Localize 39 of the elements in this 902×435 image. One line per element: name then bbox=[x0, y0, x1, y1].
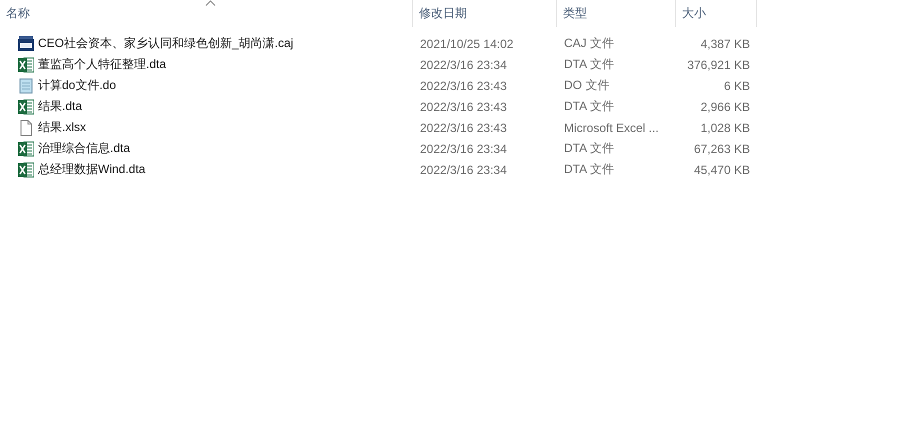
modified-date: 2022/3/16 23:34 bbox=[420, 162, 507, 176]
spreadsheet-file-icon bbox=[18, 162, 34, 178]
column-header[interactable]: 修改日期 bbox=[419, 5, 467, 22]
file-type: DTA 文件 bbox=[564, 140, 614, 157]
file-size: 45,470 KB bbox=[694, 162, 750, 176]
column-header[interactable]: 名称 bbox=[6, 5, 30, 22]
spreadsheet-file-icon bbox=[18, 140, 34, 156]
modified-date: 2022/3/16 23:34 bbox=[420, 58, 507, 72]
file-name[interactable]: 治理综合信息.dta bbox=[38, 140, 130, 157]
modified-date: 2022/3/16 23:43 bbox=[420, 100, 507, 114]
file-size: 67,263 KB bbox=[694, 142, 750, 156]
file-type: DTA 文件 bbox=[564, 98, 614, 115]
file-name[interactable]: 计算do文件.do bbox=[38, 77, 116, 94]
modified-date: 2022/3/16 23:34 bbox=[420, 142, 507, 156]
file-size: 2,966 KB bbox=[700, 100, 750, 114]
modified-date: 2022/3/16 23:43 bbox=[420, 120, 507, 134]
file-type: DTA 文件 bbox=[564, 56, 614, 73]
file-name[interactable]: 董监高个人特征整理.dta bbox=[38, 56, 166, 73]
file-size: 376,921 KB bbox=[687, 58, 750, 72]
modified-date: 2021/10/25 14:02 bbox=[420, 36, 514, 50]
column-header[interactable]: 类型 bbox=[563, 5, 587, 22]
file-size: 6 KB bbox=[724, 78, 750, 92]
file-name[interactable]: 结果.xlsx bbox=[38, 119, 86, 136]
file-name[interactable]: CEO社会资本、家乡认同和绿色创新_胡尚潇.caj bbox=[38, 35, 294, 52]
caj-file-icon bbox=[18, 36, 34, 52]
file-type: CAJ 文件 bbox=[564, 35, 614, 52]
file-type: DTA 文件 bbox=[564, 161, 614, 178]
modified-date: 2022/3/16 23:43 bbox=[420, 78, 507, 92]
column-header[interactable]: 大小 bbox=[682, 5, 706, 22]
spreadsheet-file-icon bbox=[18, 98, 34, 114]
spreadsheet-file-icon bbox=[18, 56, 34, 72]
file-name[interactable]: 总经理数据Wind.dta bbox=[38, 161, 146, 178]
blank-file-icon bbox=[18, 120, 34, 136]
file-type: DO 文件 bbox=[564, 77, 610, 94]
file-size: 4,387 KB bbox=[700, 36, 750, 50]
file-size: 1,028 KB bbox=[700, 120, 750, 134]
notepad-file-icon bbox=[18, 78, 34, 94]
file-type: Microsoft Excel ... bbox=[564, 120, 659, 134]
file-name[interactable]: 结果.dta bbox=[38, 98, 82, 115]
